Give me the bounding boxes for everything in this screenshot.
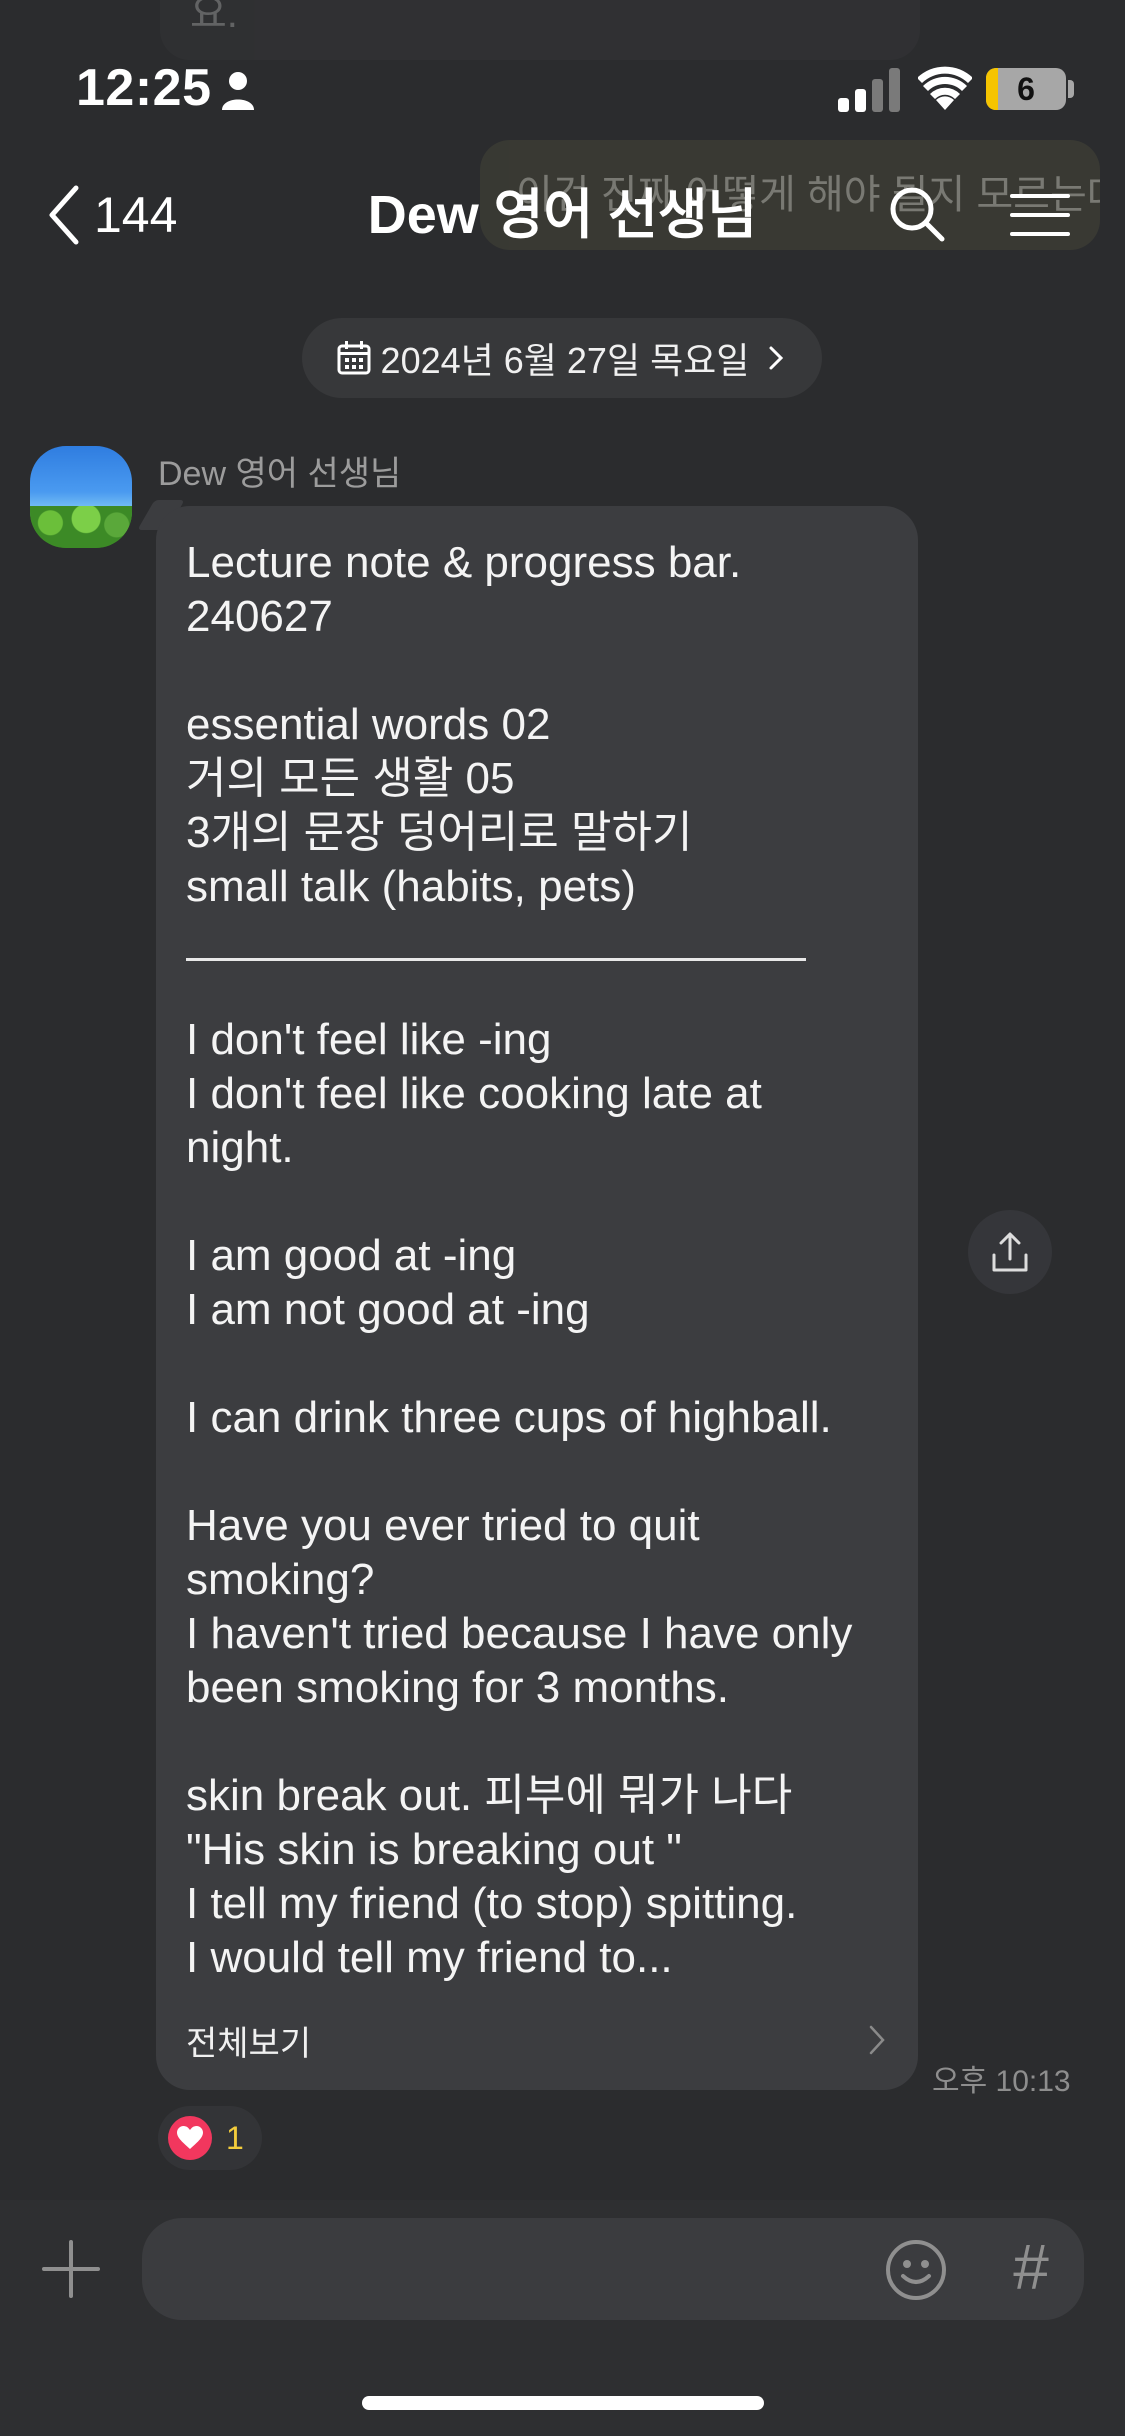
home-indicator[interactable] [362, 2396, 764, 2410]
share-button[interactable] [968, 1210, 1052, 1294]
message-line: I don't feel like -ing [186, 1015, 552, 1064]
message-line: I can drink three cups of highball. [186, 1393, 832, 1442]
message-line: Have you ever tried to quit [186, 1501, 700, 1550]
message-line: I would tell my friend to... [186, 1933, 673, 1982]
message-line: I don't feel like cooking late at [186, 1069, 762, 1118]
message-line: been smoking for 3 months. [186, 1663, 729, 1712]
chevron-right-icon [869, 2025, 885, 2055]
chat-title-text: Dew 영어 선생님 [367, 185, 758, 245]
sender-name: Dew 영어 선생님 [158, 455, 402, 493]
view-all-label: 전체보기 [186, 2024, 312, 2063]
message-line: essential words 02 [186, 700, 551, 749]
status-time: 12:25 [76, 59, 212, 117]
view-all-button[interactable]: 전체보기 [156, 1990, 918, 2090]
date-divider[interactable]: 2024년 6월 27일 목요일 [302, 318, 822, 398]
message-line: skin break out. 피부에 뭐가 나다 [186, 1771, 793, 1820]
battery-level: 6 [1017, 71, 1035, 107]
message-line: I am not good at -ing [186, 1285, 590, 1334]
date-label: 2024년 6월 27일 목요일 [380, 340, 750, 381]
message-line: I haven't tried because I have only [186, 1609, 853, 1658]
chat-screen: 요. 이건 진짜 어떻게 해야 될지 모르는데 쓰는 순간 이게 되 ... 겠… [0, 0, 1125, 2436]
message-line: smoking? [186, 1555, 375, 1604]
message-line: 240627 [186, 592, 333, 641]
hashtag-button[interactable]: # [1004, 2232, 1058, 2302]
back-arrow-icon [49, 185, 79, 245]
wifi-icon [918, 66, 972, 110]
calendar-icon [337, 341, 371, 375]
message-divider-line [186, 958, 806, 961]
person-icon [222, 72, 254, 110]
menu-icon[interactable] [1010, 192, 1070, 238]
heart-icon [168, 2116, 212, 2160]
battery-icon: 6 [986, 68, 1066, 110]
message-line: I tell my friend (to stop) spitting. [186, 1879, 798, 1928]
emoji-icon[interactable] [884, 2238, 948, 2302]
chevron-right-icon [769, 346, 784, 370]
search-icon[interactable] [888, 185, 946, 243]
reaction-badge[interactable]: 1 [158, 2106, 262, 2170]
battery-tip [1068, 80, 1074, 98]
message-line: "His skin is breaking out " [186, 1825, 682, 1874]
message-line: night. [186, 1123, 294, 1172]
message-body-top: Lecture note & progress bar. 240627 essent… [186, 536, 886, 914]
message-line: 3개의 문장 덩어리로 말하기 [186, 808, 693, 857]
share-icon [992, 1232, 1028, 1272]
message-line: I am good at -ing [186, 1231, 517, 1280]
status-bar: 12:25 6 [0, 0, 1125, 150]
message-line: 거의 모든 생활 05 [186, 754, 515, 803]
message-line: small talk (habits, pets) [186, 862, 636, 911]
message-bubble[interactable]: Lecture note & progress bar. 240627 essent… [156, 506, 918, 2090]
message-timestamp: 오후 10:13 [932, 2065, 1071, 2098]
message-body-bottom: I don't feel like -ing I don't feel like … [186, 1013, 886, 1985]
reaction-count: 1 [226, 2119, 244, 2156]
message-line: Lecture note & progress bar. [186, 538, 742, 587]
back-button[interactable]: 144 [44, 180, 177, 250]
avatar[interactable] [30, 446, 132, 548]
unread-count: 144 [94, 187, 178, 243]
plus-icon[interactable] [40, 2238, 102, 2300]
signal-icon [838, 68, 900, 112]
